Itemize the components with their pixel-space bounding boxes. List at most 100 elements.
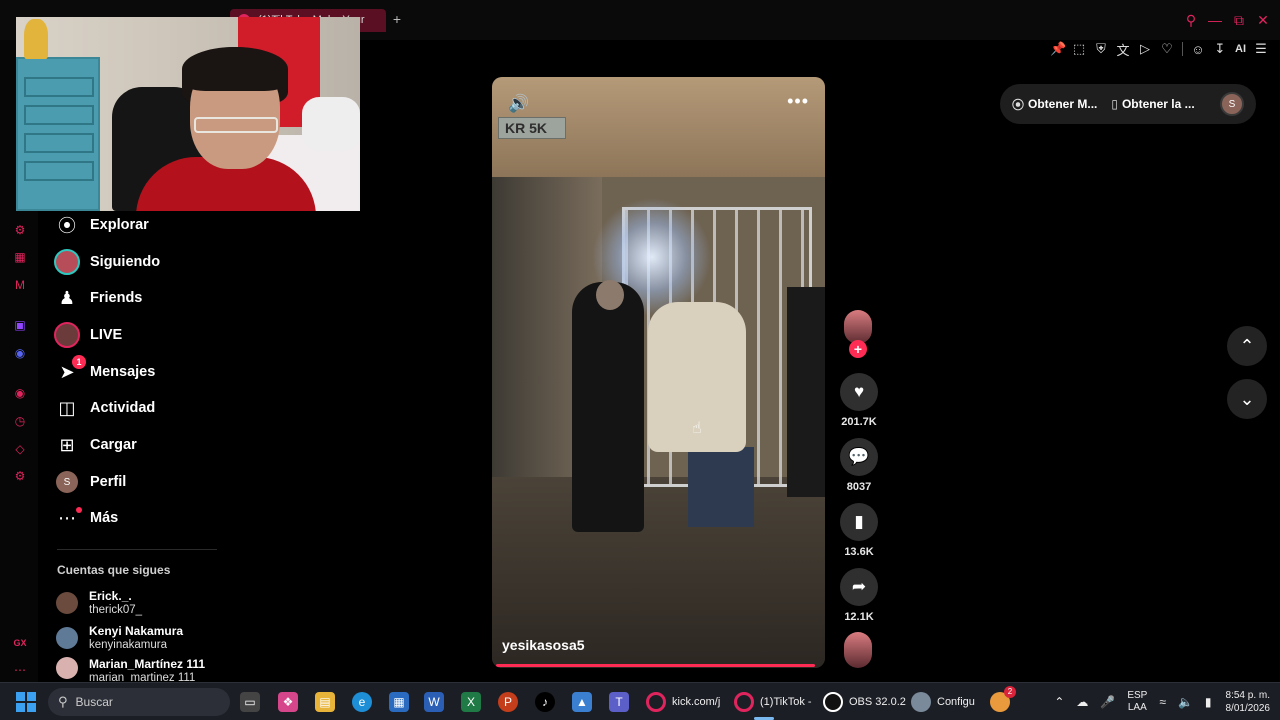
start-button[interactable] bbox=[16, 692, 36, 712]
taskbar-app-kick[interactable]: kick.com/j bbox=[646, 689, 720, 715]
following-account[interactable]: Kenyi Nakamura kenyinakamura bbox=[56, 622, 183, 654]
teams-icon[interactable]: T bbox=[609, 692, 629, 712]
more-options-button[interactable]: ••• bbox=[787, 91, 809, 112]
excel-icon[interactable]: X bbox=[461, 692, 481, 712]
opera-gx-icon bbox=[734, 692, 754, 712]
glasses bbox=[194, 117, 278, 133]
taskbar-app-tiktok[interactable]: (1)TikTok - bbox=[734, 689, 812, 720]
account-name: Kenyi Nakamura bbox=[89, 624, 184, 638]
account-handle: therick07_ bbox=[89, 604, 143, 616]
nav-divider bbox=[57, 549, 217, 550]
word-icon[interactable]: W bbox=[424, 692, 444, 712]
following-account[interactable]: Erick._. therick07_ bbox=[56, 587, 142, 619]
photos-icon[interactable]: ▲ bbox=[572, 692, 592, 712]
language-indicator[interactable]: ESP LAA bbox=[1127, 690, 1147, 714]
gx-music-icon[interactable]: M bbox=[12, 277, 28, 293]
copilot-icon[interactable]: ❖ bbox=[278, 692, 298, 712]
gx-corner-icon[interactable]: ▦ bbox=[12, 249, 28, 265]
ai-button[interactable]: AI bbox=[1235, 43, 1246, 55]
like-button[interactable]: ♥ 201.7K bbox=[838, 373, 880, 428]
messages-badge: 1 bbox=[72, 355, 86, 369]
nav-item-siguiendo[interactable]: Siguiendo bbox=[52, 245, 160, 279]
search-icon[interactable]: ⚲ bbox=[1184, 12, 1198, 28]
nav-item-perfil[interactable]: S Perfil bbox=[52, 465, 126, 499]
store-icon[interactable]: ▦ bbox=[389, 692, 409, 712]
share-button[interactable]: ➦ 12.1K bbox=[838, 568, 880, 623]
menu-icon[interactable]: ☰ bbox=[1254, 41, 1268, 57]
following-title: Cuentas que sigues bbox=[57, 563, 171, 577]
video-player[interactable]: KR 5K 🔊 ••• yesikasosa5 bbox=[492, 77, 825, 668]
following-account[interactable]: Marian_Martínez 111 marian_martinez 111 bbox=[56, 657, 205, 682]
powerpoint-icon[interactable]: P bbox=[498, 692, 518, 712]
account-avatar bbox=[56, 592, 78, 614]
comment-count: 8037 bbox=[846, 481, 872, 493]
account-icon[interactable]: ☺ bbox=[1191, 42, 1205, 57]
settings-icon[interactable]: ⚙ bbox=[12, 468, 28, 484]
send-icon: ➤ 1 bbox=[52, 355, 86, 385]
microphone-icon[interactable]: 🎤 bbox=[1100, 695, 1115, 709]
nav-item-cargar[interactable]: ⊞ Cargar bbox=[52, 428, 136, 462]
clock[interactable]: 8:54 p. m. 8/01/2026 bbox=[1226, 689, 1271, 715]
gx-store-icon[interactable]: ⚙ bbox=[12, 222, 28, 238]
twitch-icon[interactable]: ▣ bbox=[12, 317, 28, 333]
nav-label: Perfil bbox=[90, 474, 127, 490]
follow-button[interactable]: + bbox=[849, 340, 867, 358]
comment-button[interactable]: 💬 8037 bbox=[838, 438, 880, 493]
volume-icon[interactable]: 🔊 bbox=[508, 94, 529, 114]
video-progress-bar[interactable] bbox=[496, 664, 815, 667]
chevron-up-icon[interactable]: ⌃ bbox=[1054, 695, 1064, 709]
edge-icon[interactable]: e bbox=[352, 692, 372, 712]
get-mobile-app-button[interactable]: ▯ Obtener la ... bbox=[1111, 97, 1194, 111]
play-icon[interactable]: ▷ bbox=[1138, 41, 1152, 57]
notification-app-icon[interactable]: 2 bbox=[990, 686, 1016, 712]
minimize-icon[interactable]: — bbox=[1208, 12, 1222, 28]
account-avatar bbox=[56, 627, 78, 649]
screenshot-icon[interactable]: ⬚ bbox=[1072, 41, 1086, 57]
gear-icon bbox=[911, 692, 931, 712]
taskbar-search[interactable]: ⚲ Buscar bbox=[48, 688, 230, 716]
mouse-cursor-icon: ☝ bbox=[692, 420, 702, 437]
restore-icon[interactable]: ⧉ bbox=[1232, 12, 1246, 28]
save-button[interactable]: ▮ 13.6K bbox=[838, 503, 880, 558]
nav-item-actividad[interactable]: ◫ Actividad bbox=[52, 391, 155, 425]
battery-icon[interactable]: ▮ bbox=[1205, 695, 1212, 709]
user-avatar[interactable]: S bbox=[1220, 92, 1244, 116]
task-view-icon[interactable]: ▭ bbox=[240, 692, 260, 712]
wifi-icon[interactable]: ≈ bbox=[1159, 695, 1166, 709]
app-label: kick.com/j bbox=[672, 696, 721, 708]
volume-icon[interactable]: 🔈 bbox=[1178, 695, 1193, 709]
previous-video-button[interactable]: ⌃ bbox=[1227, 326, 1267, 366]
translate-icon[interactable]: 文 bbox=[1116, 40, 1130, 59]
file-explorer-icon[interactable]: ▤ bbox=[315, 692, 335, 712]
date: 8/01/2026 bbox=[1225, 703, 1271, 714]
onedrive-icon[interactable]: ☁ bbox=[1076, 695, 1088, 709]
history-icon[interactable]: ◷ bbox=[12, 413, 28, 429]
nav-item-mas[interactable]: ⋯ Más bbox=[52, 501, 118, 535]
taskbar-app-settings[interactable]: Configu bbox=[911, 689, 975, 715]
windows-taskbar: ⚲ Buscar ▭ ❖ ▤ e ▦ W X P ♪ ▲ T kick.com/… bbox=[0, 682, 1280, 720]
taskbar-app-obs[interactable]: OBS 32.0.2 bbox=[823, 689, 906, 715]
nav-item-live[interactable]: LIVE bbox=[52, 318, 122, 352]
download-icon[interactable]: ↧ bbox=[1213, 41, 1227, 57]
next-creator-avatar[interactable] bbox=[844, 632, 872, 668]
heart-icon[interactable]: ♡ bbox=[1160, 41, 1174, 57]
video-author[interactable]: yesikasosa5 bbox=[502, 637, 585, 653]
notification-badge: 2 bbox=[1004, 686, 1016, 698]
nav-item-explorar[interactable]: ⦿ Explorar bbox=[52, 208, 149, 242]
person bbox=[572, 282, 644, 532]
close-icon[interactable]: ✕ bbox=[1256, 12, 1270, 28]
following-avatar bbox=[54, 249, 80, 275]
tiktok-icon[interactable]: ♪ bbox=[535, 692, 555, 712]
shield-icon[interactable]: ⛨ bbox=[1094, 41, 1108, 57]
new-tab-button[interactable]: + bbox=[390, 11, 404, 29]
creator-avatar[interactable] bbox=[844, 310, 872, 344]
nav-item-friends[interactable]: ♟ Friends bbox=[52, 281, 142, 315]
nav-item-mensajes[interactable]: ➤ 1 Mensajes bbox=[52, 355, 155, 389]
get-desktop-app-button[interactable]: ⦿ Obtener M... bbox=[1012, 96, 1097, 113]
next-video-button[interactable]: ⌄ bbox=[1227, 379, 1267, 419]
pin-icon[interactable]: 📌 bbox=[1050, 41, 1066, 57]
extensions-icon[interactable]: ◇ bbox=[12, 441, 28, 457]
sidebar-more-icon[interactable]: ⋯ bbox=[12, 662, 28, 678]
discord-icon[interactable]: ◉ bbox=[12, 345, 28, 361]
player-icon[interactable]: ◉ bbox=[12, 385, 28, 401]
